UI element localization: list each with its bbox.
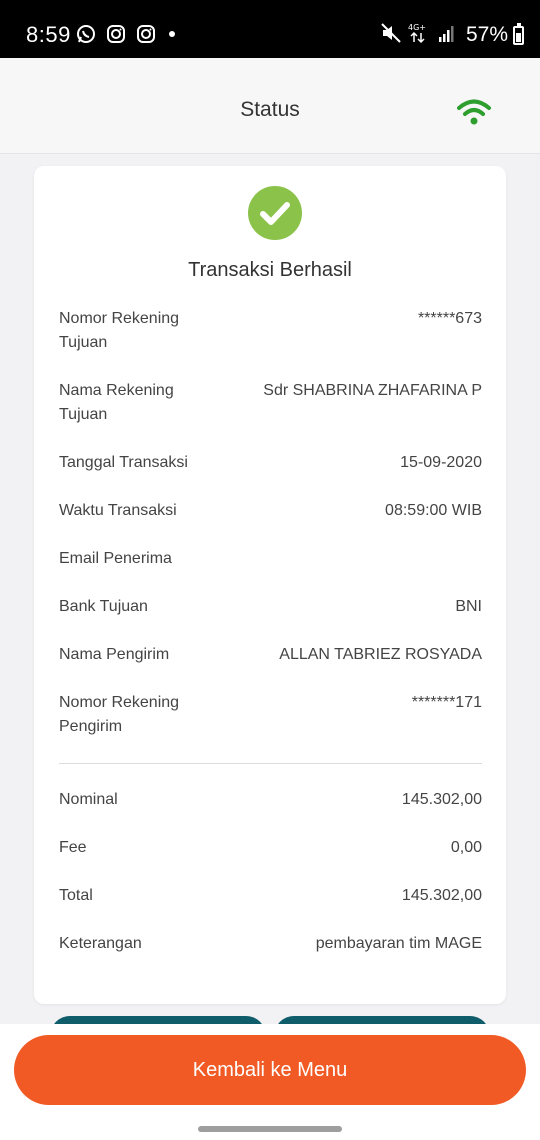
detail-label: Tanggal Transaksi [59,454,188,471]
back-to-menu-button[interactable]: Kembali ke Menu [14,1035,526,1105]
detail-label: Nama Pengirim [59,646,170,663]
instagram-icon [107,25,125,43]
app-header: Status [0,58,540,154]
amount-value: pembayaran tim MAGE [315,935,482,952]
status-bar: 8:59 4G+ 57% [0,0,540,58]
signal-bars-icon [439,26,454,42]
detail-value: Sdr SHABRINA ZHAFARINA P [263,382,482,399]
system-icons: 4G+ [380,22,456,44]
notification-icons [76,24,182,44]
home-indicator[interactable] [198,1126,342,1132]
amount-label: Keterangan [59,935,142,952]
dot-icon [169,31,175,37]
whatsapp-icon [77,25,95,43]
detail-label: Email Penerima [59,550,172,567]
detail-label: Bank Tujuan [59,598,148,615]
detail-value: 15-09-2020 [400,454,482,471]
amount-value: 145.302,00 [401,887,482,904]
detail-value: *******171 [411,694,482,711]
detail-label: Waktu Transaksi [59,502,177,519]
amount-label: Nominal [59,791,118,808]
detail-value: ******673 [417,310,482,327]
detail-value: 08:59:00 WIB [385,502,482,519]
check-circle-icon [248,186,302,240]
divider [59,763,482,764]
mute-icon [381,23,401,43]
signal-4g-icon: 4G+ [408,23,426,44]
amount-label: Total [59,887,93,904]
status-time: 8:59 [26,22,71,47]
detail-label: Nomor Rekening Pengirim [59,694,180,735]
detail-label: Nama Rekening Tujuan [59,382,174,423]
detail-value: ALLAN TABRIEZ ROSYADA [279,646,482,663]
battery-icon [513,23,524,45]
battery-level: 57% [465,23,508,46]
detail-value: BNI [455,598,482,615]
receipt-card: Transaksi Berhasil Nomor Rekening Tujuan… [34,166,506,1004]
instagram-icon [137,25,155,43]
wifi-icon [457,99,491,125]
amount-value: 0,00 [450,839,482,856]
amount-value: 145.302,00 [401,791,482,808]
svg-text:4G+: 4G+ [408,23,426,32]
amount-label: Fee [59,839,87,856]
detail-label: Nomor Rekening Tujuan [59,310,180,351]
transaction-status-title: Transaksi Berhasil [188,259,352,281]
